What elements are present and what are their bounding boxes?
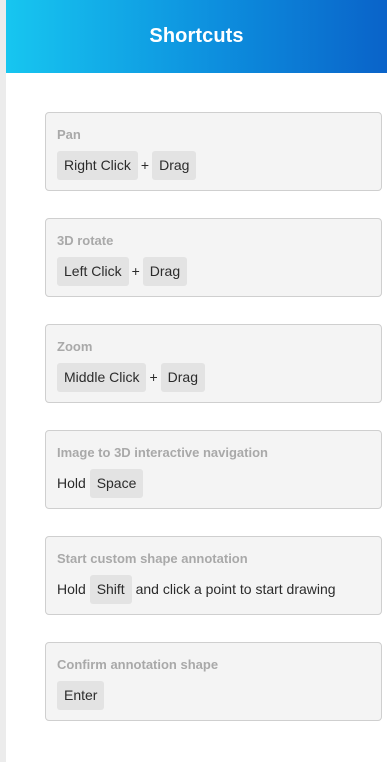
hold-text: Hold [57,581,86,597]
plus-separator: + [131,263,140,279]
shortcut-card-zoom: Zoom Middle Click + Drag [45,324,382,403]
shortcut-body: Hold Space [57,469,370,498]
shortcut-body: Hold Shift and click a point to start dr… [57,575,370,604]
hold-text: Hold [57,475,86,491]
shortcut-title: Confirm annotation shape [57,657,219,672]
shortcut-card-custom-shape: Start custom shape annotation Hold Shift… [45,536,382,615]
left-panel-edge [0,0,6,762]
shortcut-title: Zoom [57,339,93,354]
key-enter: Enter [57,681,105,710]
shortcut-title: Pan [57,127,81,142]
header-title: Shortcuts [149,25,244,47]
shortcut-card-image-to-3d: Image to 3D interactive navigation Hold … [45,430,382,509]
key-drag: Drag [142,257,188,286]
instruction-text: and click a point to start drawing [135,581,336,597]
shortcuts-list: Pan Right Click + Drag 3D rotate Left Clic… [45,112,382,748]
shortcut-title: Image to 3D interactive navigation [57,445,268,460]
shortcut-body: Enter [57,681,370,710]
shortcut-body: Middle Click + Drag [57,363,370,392]
key-drag: Drag [152,151,197,180]
key-right-click: Right Click [57,151,138,180]
key-space: Space [89,469,144,498]
key-drag: Drag [160,363,206,392]
shortcut-title: Start custom shape annotation [57,551,248,566]
shortcut-card-3d-rotate: 3D rotate Left Click + Drag [45,218,382,297]
plus-separator: + [149,369,158,385]
plus-separator: + [140,157,150,173]
key-shift: Shift [89,575,132,604]
key-middle-click: Middle Click [57,363,147,392]
shortcut-card-confirm: Confirm annotation shape Enter [45,642,382,721]
shortcut-body: Left Click + Drag [57,257,370,286]
shortcut-title: 3D rotate [57,233,114,248]
shortcuts-header: Shortcuts [6,0,387,73]
shortcut-card-pan: Pan Right Click + Drag [45,112,382,191]
shortcut-body: Right Click + Drag [57,151,370,180]
key-left-click: Left Click [57,257,129,286]
